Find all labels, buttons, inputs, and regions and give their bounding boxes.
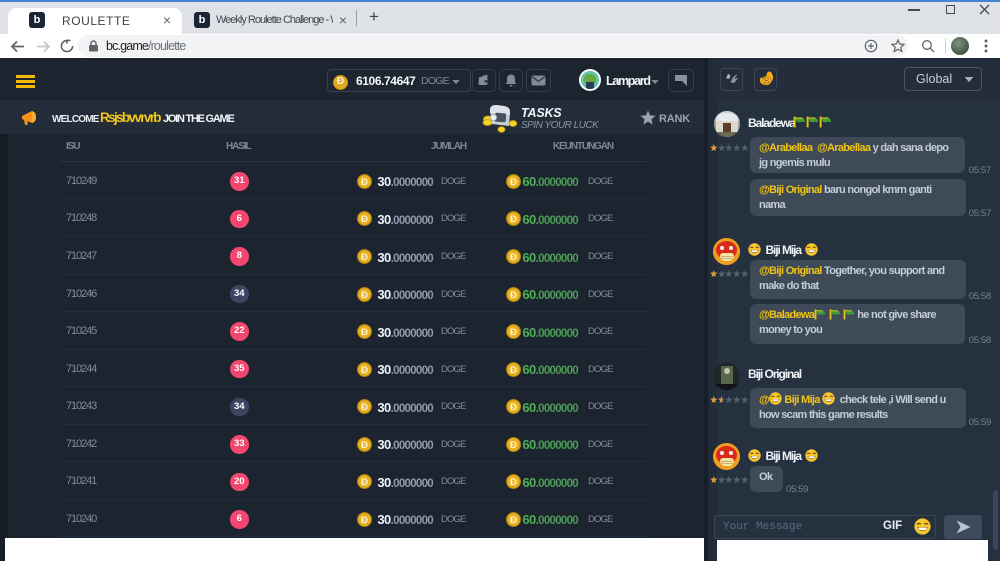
svg-text:B: B: [764, 77, 770, 86]
